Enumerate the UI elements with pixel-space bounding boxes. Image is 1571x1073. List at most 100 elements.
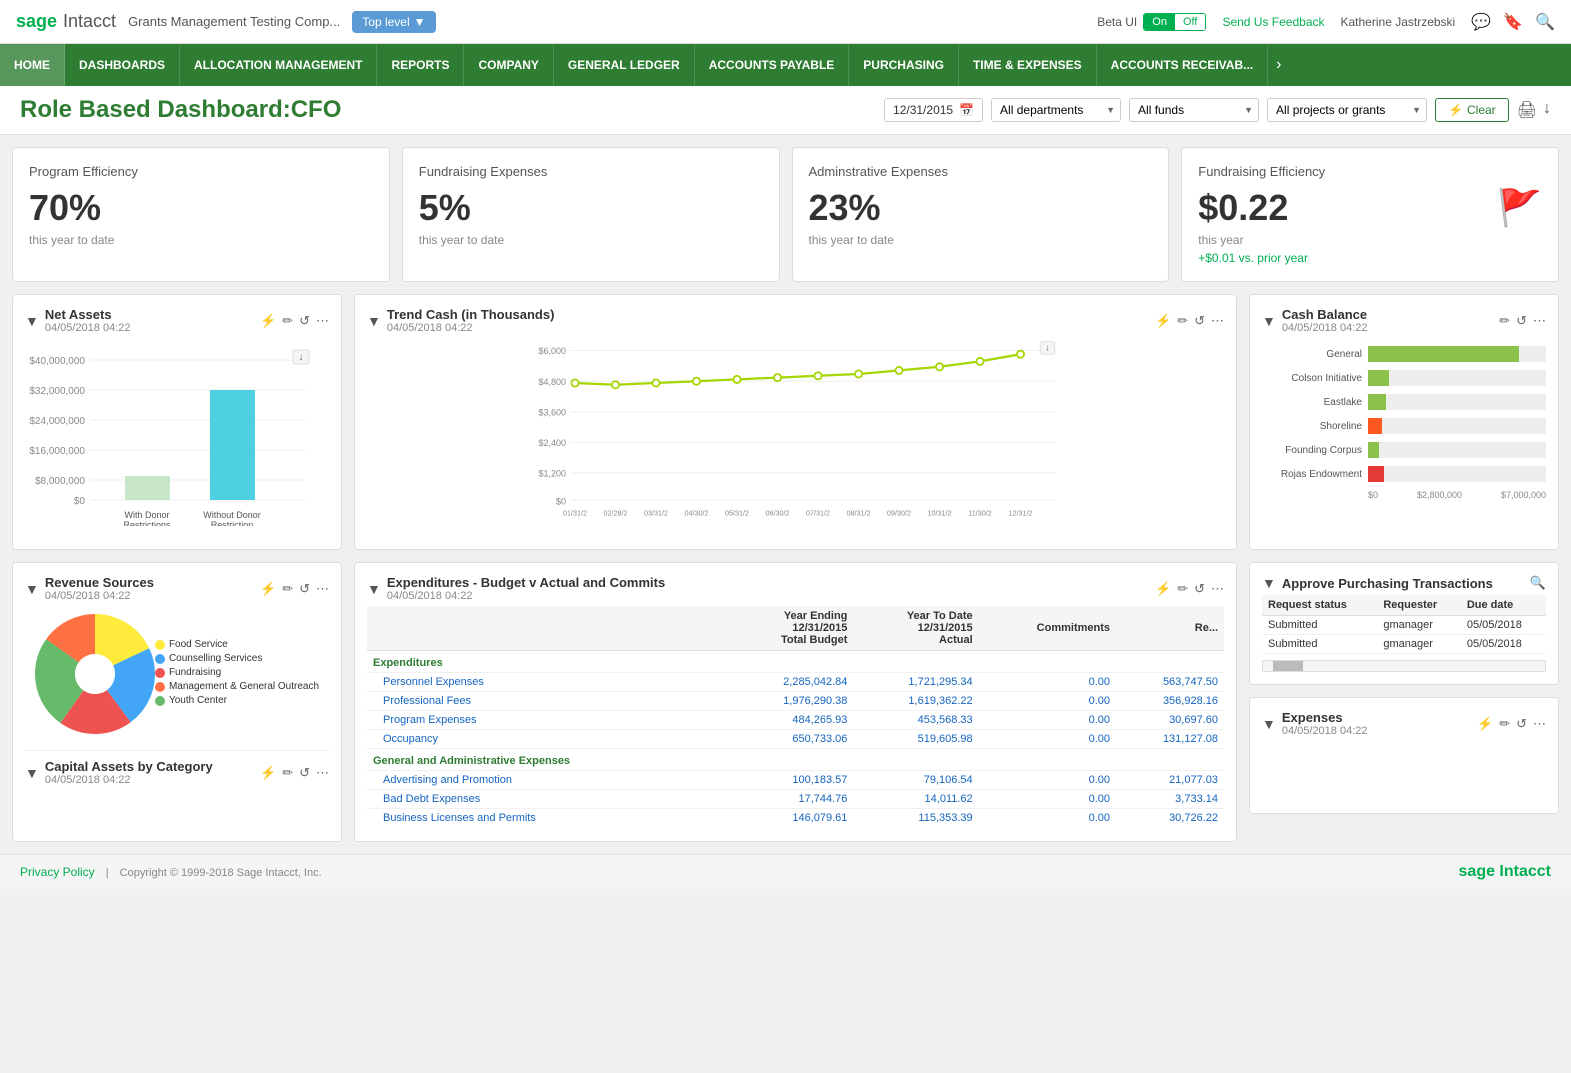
exp-header-row: Year Ending12/31/2015Total Budget Year T… [367,606,1224,651]
svg-text:$32,000,000: $32,000,000 [29,386,85,397]
exp-collapse[interactable]: ▼ [367,581,381,597]
footer-logo: sage Intacct [1459,863,1551,881]
nav-reports[interactable]: REPORTS [377,44,464,86]
exp-more-icon[interactable]: ⋯ [1211,581,1224,597]
svg-text:$24,000,000: $24,000,000 [29,416,85,427]
trend-refresh-icon[interactable]: ↺ [1194,313,1205,329]
logo-sage: sage [16,11,57,32]
trend-edit-icon[interactable]: ✏ [1177,313,1188,329]
expenses-more-icon[interactable]: ⋯ [1533,716,1546,732]
exp-refresh-icon[interactable]: ↺ [1194,581,1205,597]
approve-row: Submitted gmanager 05/05/2018 [1262,616,1546,635]
expenses-edit-icon[interactable]: ✏ [1499,716,1510,732]
rev-more-icon[interactable]: ⋯ [316,581,329,597]
exp-row: Business Licenses and Permits 146,079.61… [367,809,1224,827]
nav-purchasing[interactable]: PURCHASING [849,44,959,86]
filter-icon[interactable]: ⚡ [260,313,276,329]
more-icon[interactable]: ⋯ [316,313,329,329]
cash-balance-header: ▼ Cash Balance 04/05/2018 04:22 ✏ ↺ ⋯ [1262,307,1546,334]
nav-ap[interactable]: ACCOUNTS PAYABLE [695,44,850,86]
cb-row-founding: Founding Corpus [1262,442,1546,458]
trend-more-icon[interactable]: ⋯ [1211,313,1224,329]
company-name: Grants Management Testing Comp... [128,14,340,29]
feedback-link[interactable]: Send Us Feedback [1222,15,1324,29]
fund-filter[interactable]: All funds [1129,98,1259,122]
scrollbar[interactable] [1262,660,1546,672]
scrollbar-thumb[interactable] [1273,661,1303,671]
revenue-pie-svg [35,614,155,734]
cb-refresh-icon[interactable]: ↺ [1516,313,1527,329]
nav-dashboards[interactable]: DASHBOARDS [65,44,180,86]
nav-more-arrow[interactable]: › [1268,56,1289,74]
svg-text:015: 015 [772,516,784,518]
revenue-legend: Food Service Counselling Services Fundra… [155,639,319,709]
revenue-pie-area: Food Service Counselling Services Fundra… [25,606,329,742]
svg-text:$2,400: $2,400 [538,438,566,448]
trend-cash-collapse[interactable]: ▼ [367,313,381,329]
svg-text:$0: $0 [74,496,86,507]
exp-edit-icon[interactable]: ✏ [1177,581,1188,597]
net-assets-widget: ▼ Net Assets 04/05/2018 04:22 ⚡ ✏ ↺ ⋯ $4… [12,294,342,550]
approve-table-area[interactable]: Request status Requester Due date Submit… [1262,595,1546,672]
toggle-off[interactable]: Off [1175,14,1205,30]
dept-filter[interactable]: All departments [991,98,1121,122]
widget-row-1: ▼ Net Assets 04/05/2018 04:22 ⚡ ✏ ↺ ⋯ $4… [12,294,1559,550]
cap-refresh-icon[interactable]: ↺ [299,765,310,781]
page-header: Role Based Dashboard:CFO 12/31/2015 📅 Al… [0,86,1571,135]
cb-edit-icon[interactable]: ✏ [1499,313,1510,329]
approve-purchasing-widget: ▼ Approve Purchasing Transactions 🔍 Requ… [1249,562,1559,685]
net-assets-svg: $40,000,000 $32,000,000 $24,000,000 $16,… [25,346,315,526]
nav-bar: HOME DASHBOARDS ALLOCATION MANAGEMENT RE… [0,44,1571,86]
svg-text:015: 015 [853,516,865,518]
bookmark-icon[interactable]: 🔖 [1503,12,1523,32]
exp-row: Occupancy 650,733.06 519,605.98 0.00 131… [367,730,1224,749]
cap-more-icon[interactable]: ⋯ [316,765,329,781]
edit-icon[interactable]: ✏ [282,313,293,329]
refresh-icon[interactable]: ↺ [299,313,310,329]
project-filter[interactable]: All projects or grants [1267,98,1427,122]
cb-more-icon[interactable]: ⋯ [1533,313,1546,329]
nav-gl[interactable]: GENERAL LEDGER [554,44,695,86]
cash-balance-collapse[interactable]: ▼ [1262,313,1276,329]
approve-collapse[interactable]: ▼ [1262,575,1276,591]
beta-toggle[interactable]: On Off [1143,13,1206,31]
expenses-collapse[interactable]: ▼ [1262,716,1276,732]
nav-home[interactable]: HOME [0,44,65,86]
expenses-filter-icon[interactable]: ⚡ [1477,716,1493,732]
exp-row: Personnel Expenses 2,285,042.84 1,721,29… [367,673,1224,692]
beta-ui-area: Beta UI On Off [1097,13,1206,31]
date-filter[interactable]: 12/31/2015 📅 [884,98,983,122]
nav-time-expenses[interactable]: TIME & EXPENSES [959,44,1097,86]
top-level-button[interactable]: Top level ▼ [352,11,435,33]
net-assets-collapse[interactable]: ▼ [25,313,39,329]
search-icon[interactable]: 🔍 [1535,12,1555,32]
rev-filter-icon[interactable]: ⚡ [260,581,276,597]
exp-table-scroll[interactable]: Year Ending12/31/2015Total Budget Year T… [367,606,1224,826]
cap-date: 04/05/2018 04:22 [45,774,213,786]
cb-row-rojas: Rojas Endowment [1262,466,1546,482]
print-icons: 🖨 ↓ [1517,100,1551,120]
svg-text:$16,000,000: $16,000,000 [29,446,85,457]
message-icon[interactable]: 💬 [1471,12,1491,32]
print-icon[interactable]: 🖨 [1517,100,1537,120]
privacy-policy-link[interactable]: Privacy Policy [20,865,95,879]
rev-refresh-icon[interactable]: ↺ [299,581,310,597]
cap-edit-icon[interactable]: ✏ [282,765,293,781]
logo-area: sage Intacct [16,11,116,32]
cap-filter-icon[interactable]: ⚡ [260,765,276,781]
cb-axis: $0 $2,800,000 $7,000,000 [1262,490,1546,500]
expenses-refresh-icon[interactable]: ↺ [1516,716,1527,732]
rev-edit-icon[interactable]: ✏ [282,581,293,597]
clear-button[interactable]: ⚡ Clear [1435,98,1509,122]
nav-ar[interactable]: ACCOUNTS RECEIVAB... [1097,44,1268,86]
approve-search-icon[interactable]: 🔍 [1530,575,1546,591]
nav-allocation[interactable]: ALLOCATION MANAGEMENT [180,44,377,86]
toggle-on[interactable]: On [1144,14,1175,30]
cap-controls: ⚡ ✏ ↺ ⋯ [260,765,329,781]
trend-filter-icon[interactable]: ⚡ [1155,313,1171,329]
rev-collapse[interactable]: ▼ [25,581,39,597]
nav-company[interactable]: COMPANY [464,44,553,86]
exp-filter-icon[interactable]: ⚡ [1155,581,1171,597]
cap-collapse[interactable]: ▼ [25,765,39,781]
export-icon[interactable]: ↓ [1543,100,1551,120]
